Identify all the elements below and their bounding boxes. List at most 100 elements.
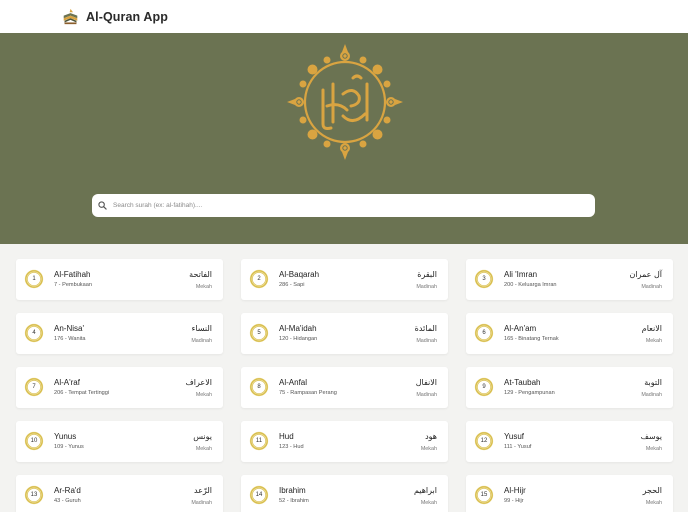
- surah-card[interactable]: 4 An-Nisa' 176 - Wanita النساء Madinah: [16, 313, 223, 354]
- search-bar[interactable]: [92, 194, 595, 217]
- surah-card[interactable]: 5 Al-Ma'idah 120 - Hidangan المائدة Madinah: [241, 313, 448, 354]
- surah-number-badge: 8: [249, 377, 269, 397]
- surah-arabic-name: الانفال: [415, 378, 437, 387]
- surah-list: 1 Al-Fatihah 7 - Pembukaan الفاتحة Mekah 2 Al-…: [16, 259, 673, 512]
- surah-number: 3: [482, 276, 486, 282]
- surah-verses-meaning: 109 - Yunus: [54, 444, 84, 450]
- surah-number-badge: 2: [249, 269, 269, 289]
- surah-number: 9: [482, 384, 486, 390]
- surah-name: Al-A'raf: [54, 378, 80, 387]
- surah-revelation-place: Madinah: [641, 392, 662, 398]
- surah-number-badge: 5: [249, 323, 269, 343]
- surah-card[interactable]: 2 Al-Baqarah 286 - Sapi البقرة Madinah: [241, 259, 448, 300]
- surah-name: Al-Hijr: [504, 486, 526, 495]
- search-input[interactable]: [113, 202, 583, 209]
- quran-calligraphy-emblem: [287, 44, 403, 160]
- surah-number-badge: 10: [24, 431, 44, 451]
- surah-number: 1: [32, 276, 36, 282]
- surah-arabic-name: يوسف: [640, 432, 662, 441]
- search-icon: [98, 201, 107, 210]
- surah-verses-meaning: 120 - Hidangan: [279, 336, 318, 342]
- surah-number-badge: 12: [474, 431, 494, 451]
- surah-number: 8: [257, 384, 261, 390]
- surah-name: Yusuf: [504, 432, 525, 441]
- surah-arabic-name: يونس: [193, 432, 212, 441]
- surah-revelation-place: Madinah: [416, 338, 437, 344]
- surah-revelation-place: Mekah: [420, 446, 437, 452]
- surah-card[interactable]: 1 Al-Fatihah 7 - Pembukaan الفاتحة Mekah: [16, 259, 223, 300]
- surah-verses-meaning: 165 - Binatang Ternak: [504, 336, 559, 342]
- surah-revelation-place: Madinah: [416, 392, 437, 398]
- surah-name: Hud: [279, 432, 294, 441]
- surah-number-badge: 9: [474, 377, 494, 397]
- surah-card[interactable]: 8 Al-Anfal 75 - Rampasan Perang الانفال Madi…: [241, 367, 448, 408]
- surah-name: Al-Anfal: [279, 378, 308, 387]
- surah-card[interactable]: 10 Yunus 109 - Yunus يونس Mekah: [16, 421, 223, 462]
- surah-arabic-name: ابراهيم: [413, 486, 437, 495]
- surah-number: 11: [255, 438, 263, 444]
- surah-number-badge: 4: [24, 323, 44, 343]
- surah-arabic-name: البقرة: [417, 270, 437, 279]
- surah-number: 14: [255, 492, 263, 498]
- surah-arabic-name: الحجر: [642, 486, 662, 495]
- surah-arabic-name: النساء: [191, 324, 212, 333]
- surah-revelation-place: Mekah: [195, 446, 212, 452]
- surah-card[interactable]: 12 Yusuf 111 - Yusuf يوسف Mekah: [466, 421, 673, 462]
- surah-name: Yunus: [54, 432, 77, 441]
- surah-verses-meaning: 7 - Pembukaan: [54, 282, 92, 288]
- surah-verses-meaning: 52 - Ibrahim: [279, 498, 309, 504]
- surah-number: 6: [482, 330, 486, 336]
- surah-card[interactable]: 7 Al-A'raf 206 - Tempat Tertinggi الاعراف Me…: [16, 367, 223, 408]
- quran-book-icon[interactable]: [62, 8, 79, 25]
- surah-number-badge: 14: [249, 485, 269, 505]
- surah-arabic-name: المائدة: [414, 324, 437, 333]
- hero-banner: [0, 33, 688, 244]
- surah-number-badge: 15: [474, 485, 494, 505]
- surah-number: 12: [480, 438, 488, 444]
- surah-number: 4: [32, 330, 36, 336]
- surah-name: Ibrahim: [279, 486, 306, 495]
- surah-number-badge: 3: [474, 269, 494, 289]
- surah-name: At-Taubah: [504, 378, 541, 387]
- surah-arabic-name: الاعراف: [185, 378, 213, 387]
- surah-name: Ar-Ra'd: [54, 486, 81, 495]
- surah-card[interactable]: 9 At-Taubah 129 - Pengampunan التوبة Madinah: [466, 367, 673, 408]
- surah-card[interactable]: 13 Ar-Ra'd 43 - Guruh الرّعد Madinah: [16, 475, 223, 512]
- surah-number: 13: [30, 492, 38, 498]
- surah-name: Al-Fatihah: [54, 270, 91, 279]
- surah-arabic-name: الفاتحة: [189, 270, 212, 279]
- surah-verses-meaning: 200 - Keluarga Imran: [504, 282, 557, 288]
- surah-verses-meaning: 99 - Hijr: [504, 498, 524, 504]
- surah-verses-meaning: 43 - Guruh: [54, 498, 81, 504]
- surah-number: 5: [257, 330, 261, 336]
- surah-name: Al-An'am: [504, 324, 537, 333]
- surah-number: 15: [480, 492, 488, 498]
- surah-revelation-place: Mekah: [645, 338, 662, 344]
- surah-verses-meaning: 111 - Yusuf: [504, 444, 532, 450]
- surah-name: Al-Ma'idah: [279, 324, 317, 333]
- surah-name: Ali 'Imran: [504, 270, 538, 279]
- surah-revelation-place: Mekah: [645, 446, 662, 452]
- surah-revelation-place: Mekah: [195, 284, 212, 290]
- surah-verses-meaning: 129 - Pengampunan: [504, 390, 555, 396]
- surah-card[interactable]: 3 Ali 'Imran 200 - Keluarga Imran آل عمران M…: [466, 259, 673, 300]
- navbar: Al-Quran App: [0, 0, 688, 33]
- surah-number: 7: [32, 384, 36, 390]
- surah-revelation-place: Mekah: [195, 392, 212, 398]
- surah-arabic-name: هود: [425, 432, 437, 441]
- surah-arabic-name: الرّعد: [193, 486, 212, 495]
- surah-card[interactable]: 11 Hud 123 - Hud هود Mekah: [241, 421, 448, 462]
- app-title[interactable]: Al-Quran App: [86, 10, 168, 24]
- surah-revelation-place: Madinah: [191, 338, 212, 344]
- surah-revelation-place: Mekah: [645, 500, 662, 506]
- surah-number-badge: 13: [24, 485, 44, 505]
- surah-verses-meaning: 176 - Wanita: [54, 336, 86, 342]
- surah-number-badge: 7: [24, 377, 44, 397]
- surah-card[interactable]: 14 Ibrahim 52 - Ibrahim ابراهيم Mekah: [241, 475, 448, 512]
- surah-card[interactable]: 15 Al-Hijr 99 - Hijr الحجر Mekah: [466, 475, 673, 512]
- surah-verses-meaning: 206 - Tempat Tertinggi: [54, 390, 110, 396]
- surah-revelation-place: Madinah: [191, 500, 212, 506]
- surah-number-badge: 11: [249, 431, 269, 451]
- surah-card[interactable]: 6 Al-An'am 165 - Binatang Ternak الانعام Mek…: [466, 313, 673, 354]
- surah-arabic-name: التوبة: [644, 378, 662, 387]
